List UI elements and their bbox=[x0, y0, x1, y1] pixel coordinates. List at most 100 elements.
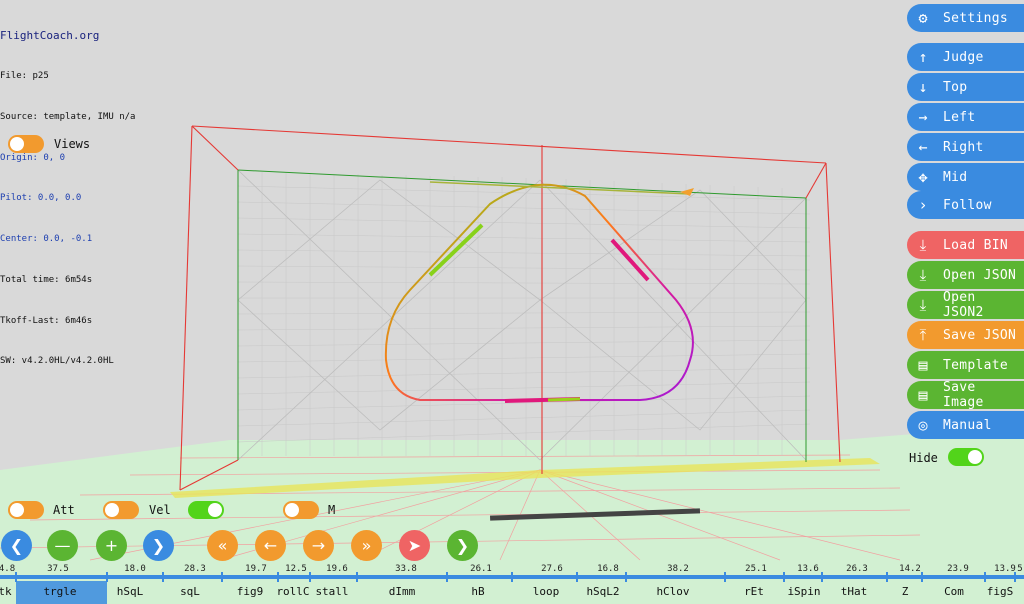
chevron-right-icon: ❯ bbox=[151, 536, 166, 555]
document-icon: ▤ bbox=[918, 386, 928, 404]
timeline-duration: 19.6 bbox=[326, 564, 348, 574]
views-label: Views bbox=[54, 137, 91, 151]
zoom-in-button[interactable]: + bbox=[96, 530, 127, 561]
timeline-duration: 13.6 bbox=[797, 564, 819, 574]
timeline-maneuver-figs[interactable]: figS bbox=[987, 585, 1014, 598]
prev-button[interactable]: ❮ bbox=[1, 530, 32, 561]
button-label: Settings bbox=[943, 10, 1009, 26]
follow-button[interactable]: › Follow bbox=[907, 191, 1024, 219]
vel-label: Vel bbox=[149, 503, 171, 517]
site-link[interactable]: FlightCoach.org bbox=[0, 29, 135, 43]
att-toggle[interactable] bbox=[8, 501, 44, 519]
button-label: Right bbox=[943, 139, 984, 155]
template-button[interactable]: ▤ Template bbox=[907, 351, 1024, 379]
info-center: Center: 0.0, -0.1 bbox=[0, 234, 93, 245]
info-tkoff-last: Tkoff-Last: 6m46s bbox=[0, 315, 93, 326]
minus-icon: — bbox=[54, 536, 71, 555]
judge-button[interactable]: ↑ Judge bbox=[907, 43, 1024, 71]
timeline-duration: 28.3 bbox=[184, 564, 206, 574]
vel-toggle[interactable] bbox=[103, 501, 139, 519]
chevron-left-icon: ❮ bbox=[9, 536, 24, 555]
save-json-button[interactable]: ⤒ Save JSON bbox=[907, 321, 1024, 349]
arrow-left-icon: ← bbox=[918, 138, 928, 156]
timeline-segment-boundary bbox=[921, 572, 923, 582]
go-button[interactable]: ❯ bbox=[447, 530, 478, 561]
arrow-right-icon: → bbox=[311, 536, 326, 555]
button-label: Follow bbox=[943, 197, 992, 213]
timeline-maneuver-hsql[interactable]: hSqL bbox=[117, 585, 144, 598]
arrow-up-icon: ↑ bbox=[918, 48, 928, 66]
next-button[interactable]: ❯ bbox=[143, 530, 174, 561]
timeline-maneuver-hclov[interactable]: hClov bbox=[656, 585, 689, 598]
path-segment-marker bbox=[547, 397, 581, 402]
send-button[interactable]: ➤ bbox=[399, 530, 430, 561]
timeline-segment-boundary bbox=[984, 572, 986, 582]
timeline-maneuver-fig9[interactable]: fig9 bbox=[237, 585, 264, 598]
timeline-maneuver-rollc[interactable]: rollC bbox=[276, 585, 309, 598]
hide-toggle[interactable] bbox=[948, 448, 984, 466]
forward-fast-button[interactable]: » bbox=[351, 530, 382, 561]
timeline-segment-boundary bbox=[821, 572, 823, 582]
timeline-duration: 19.7 bbox=[245, 564, 267, 574]
left-button[interactable]: → Left bbox=[907, 103, 1024, 131]
button-label: Left bbox=[943, 109, 976, 125]
flight-info-panel: FlightCoach.org File: p25 Source: templa… bbox=[0, 2, 135, 383]
save-image-button[interactable]: ▤ Save Image bbox=[907, 380, 1024, 410]
timeline-maneuver-loop[interactable]: loop bbox=[533, 585, 560, 598]
timeline-track bbox=[0, 572, 1024, 582]
timeline-segment-boundary bbox=[625, 572, 627, 582]
timeline-maneuver-ispin[interactable]: iSpin bbox=[787, 585, 820, 598]
plus-icon: + bbox=[104, 536, 119, 555]
timeline-duration: 16.8 bbox=[597, 564, 619, 574]
info-total-time: Total time: 6m54s bbox=[0, 274, 93, 285]
rewind-fast-button[interactable]: « bbox=[207, 530, 238, 561]
right-button[interactable]: ← Right bbox=[907, 133, 1024, 161]
timeline-maneuver-stall[interactable]: stall bbox=[315, 585, 348, 598]
info-sw-version: SW: v4.2.0HL/v4.2.0HL bbox=[0, 356, 114, 367]
button-label: Open JSON2 bbox=[943, 290, 984, 320]
open-json-button[interactable]: ⤓ Open JSON bbox=[907, 261, 1024, 289]
manual-button[interactable]: ◎ Manual bbox=[907, 411, 1024, 439]
button-label: Top bbox=[943, 79, 968, 95]
timeline-maneuver-tk[interactable]: tk bbox=[0, 585, 12, 598]
button-label: Manual bbox=[943, 417, 992, 433]
timeline-duration: 27.6 bbox=[541, 564, 563, 574]
timeline-maneuver-hb[interactable]: hB bbox=[471, 585, 484, 598]
timeline-maneuver-dimm[interactable]: dImm bbox=[389, 585, 416, 598]
arrow-right-icon: → bbox=[918, 108, 928, 126]
views-toggle[interactable] bbox=[8, 135, 44, 153]
load-bin-button[interactable]: ⤓ Load BIN bbox=[907, 231, 1024, 259]
timeline-maneuver-hsql2[interactable]: hSqL2 bbox=[586, 585, 619, 598]
timeline-maneuver-z[interactable]: Z bbox=[902, 585, 909, 598]
button-label: Mid bbox=[943, 169, 968, 185]
display-toggle[interactable] bbox=[188, 501, 224, 519]
timeline-duration: 13.9 bbox=[994, 564, 1016, 574]
button-label: Template bbox=[943, 357, 1009, 373]
maneuver-timeline[interactable]: 4.8 37.5 18.0 28.3 19.7 12.5 19.6 33.8 26.1 27.6 1… bbox=[0, 564, 1024, 604]
timeline-segment-boundary bbox=[576, 572, 578, 582]
timeline-duration: 23.9 bbox=[947, 564, 969, 574]
open-json2-button[interactable]: ⤓ Open JSON2 bbox=[907, 290, 1024, 320]
gear-icon: ⚙ bbox=[918, 9, 928, 27]
button-label: Load BIN bbox=[943, 237, 1009, 253]
step-back-button[interactable]: ← bbox=[255, 530, 286, 561]
button-label: Save JSON bbox=[943, 327, 1017, 343]
settings-button[interactable]: ⚙ Settings bbox=[907, 4, 1024, 32]
info-origin: Origin: 0, 0 bbox=[0, 152, 66, 163]
timeline-duration: 18.0 bbox=[124, 564, 146, 574]
timeline-maneuver-sql[interactable]: sqL bbox=[180, 585, 200, 598]
timeline-segment-boundary bbox=[221, 572, 223, 582]
timeline-maneuver-trgle[interactable]: trgle bbox=[43, 585, 76, 598]
step-forward-button[interactable]: → bbox=[303, 530, 334, 561]
att-label: Att bbox=[53, 503, 75, 517]
timeline-duration: 14.2 bbox=[899, 564, 921, 574]
hide-label: Hide bbox=[909, 451, 938, 465]
timeline-maneuver-com[interactable]: Com bbox=[944, 585, 964, 598]
timeline-maneuver-ret[interactable]: rEt bbox=[744, 585, 764, 598]
m-toggle[interactable] bbox=[283, 501, 319, 519]
timeline-maneuver-that[interactable]: tHat bbox=[841, 585, 868, 598]
zoom-out-button[interactable]: — bbox=[47, 530, 78, 561]
top-button[interactable]: ↓ Top bbox=[907, 73, 1024, 101]
mid-button[interactable]: ✥ Mid bbox=[907, 163, 1024, 191]
timeline-duration: 33.8 bbox=[395, 564, 417, 574]
